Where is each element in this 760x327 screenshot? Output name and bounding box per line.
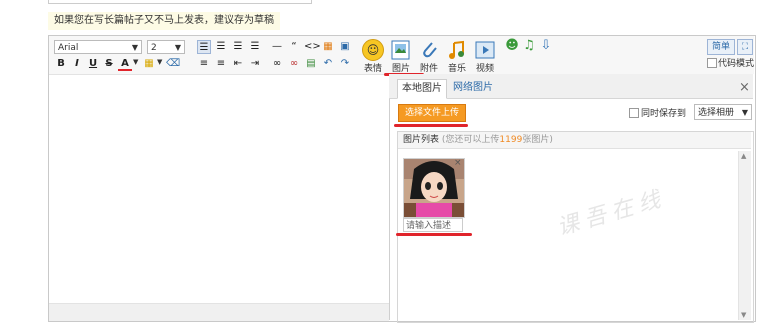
video-icon[interactable] [474, 39, 496, 61]
unlink-icon[interactable]: ∞ [287, 57, 301, 71]
image-list-note-suffix: 张图片) [522, 135, 553, 145]
tab-local-image[interactable]: 本地图片 [397, 79, 447, 99]
code-icon[interactable]: <> [304, 40, 321, 54]
chevron-down-icon: ▼ [174, 43, 181, 52]
unordered-list-icon[interactable]: ≡ [214, 57, 228, 71]
italic-icon[interactable]: I [70, 57, 84, 71]
font-family-select[interactable]: Arial ▼ [54, 40, 142, 54]
image-list-scrollbar[interactable]: ▲ ▼ [738, 151, 751, 320]
flash-icon[interactable]: ▣ [338, 40, 352, 54]
fullscreen-icon[interactable]: ⛶ [737, 39, 753, 55]
close-icon[interactable]: × [739, 80, 750, 95]
image-description-input[interactable]: 请输入描述 [403, 218, 463, 232]
align-justify-icon[interactable]: ☰ [248, 40, 262, 54]
underline-icon[interactable]: U [86, 57, 100, 71]
chevron-down-icon[interactable]: ▼ [133, 58, 138, 66]
chevron-down-icon[interactable]: ▼ [157, 58, 162, 66]
image-list-note-count: 1199 [499, 135, 523, 145]
bold-icon[interactable]: B [54, 57, 68, 71]
music-label[interactable]: 音乐 [443, 61, 471, 74]
quote-icon[interactable]: “ [287, 40, 301, 54]
download-icon[interactable]: ⇩ [539, 39, 553, 53]
remove-image-icon[interactable]: × [454, 158, 462, 168]
chevron-down-icon: ▼ [741, 108, 748, 117]
link-icon[interactable]: ∞ [270, 57, 284, 71]
undo-icon[interactable]: ↶ [321, 57, 335, 71]
indent-icon[interactable]: ⇥ [248, 57, 262, 71]
align-left-icon[interactable]: ☰ [197, 40, 211, 54]
title-input-box [48, 0, 312, 4]
highlight-underline [394, 124, 468, 127]
font-family-value: Arial [58, 43, 79, 53]
paperclip-icon[interactable] [418, 39, 440, 61]
chevron-down-icon: ▼ [131, 43, 138, 52]
table-grid-icon[interactable]: ▦ [321, 40, 335, 54]
font-size-select[interactable]: 2 ▼ [147, 40, 185, 54]
sync-save-checkbox[interactable] [629, 108, 639, 118]
video-label[interactable]: 视频 [471, 61, 499, 74]
album-select[interactable]: 选择相册 ▼ [694, 104, 752, 120]
clear-format-icon[interactable]: ⌫ [166, 57, 180, 71]
table-icon[interactable]: ▤ [304, 57, 318, 71]
scroll-down-icon[interactable]: ▼ [741, 311, 746, 319]
image-list-header: 图片列表 (您还可以上传1199张图片) [398, 132, 751, 149]
upload-button[interactable]: 选择文件上传 [398, 104, 466, 122]
tab-web-image[interactable]: 网络图片 [449, 79, 497, 97]
align-right-icon[interactable]: ☰ [231, 40, 245, 54]
outdent-icon[interactable]: ⇤ [231, 57, 245, 71]
code-mode-checkbox[interactable] [707, 58, 717, 68]
scroll-up-icon[interactable]: ▲ [741, 152, 746, 160]
album-select-value: 选择相册 [698, 108, 735, 118]
horizontal-rule-icon[interactable]: — [270, 40, 284, 54]
redo-icon[interactable]: ↷ [338, 57, 352, 71]
background-color-icon[interactable]: ▦ [142, 57, 156, 71]
image-icon[interactable] [390, 39, 412, 61]
smiley-icon[interactable]: ☺ [362, 39, 384, 61]
draft-hint: 如果您在写长篇帖子又不马上发表，建议存为草稿 [48, 12, 280, 30]
ordered-list-icon[interactable]: ≡ [197, 57, 211, 71]
emoji-label[interactable]: 表情 [359, 61, 387, 74]
font-size-value: 2 [151, 43, 157, 53]
image-list-title: 图片列表 [403, 135, 440, 145]
sync-save-label: 同时保存到 [641, 109, 687, 119]
music-note-icon[interactable] [446, 39, 468, 61]
font-color-icon[interactable]: A [118, 57, 132, 71]
music-small-icon[interactable]: ♫ [522, 39, 536, 53]
code-mode-label: 代码模式 [718, 59, 755, 69]
align-center-icon[interactable]: ☰ [214, 40, 228, 54]
status-bar [49, 303, 389, 321]
simple-mode-button[interactable]: 简单 [707, 39, 735, 55]
highlight-underline [396, 233, 472, 236]
strikethrough-icon[interactable]: S [102, 57, 116, 71]
smile-green-icon[interactable]: ☻ [505, 39, 519, 53]
image-list-note-prefix: (您还可以上传 [441, 135, 500, 145]
